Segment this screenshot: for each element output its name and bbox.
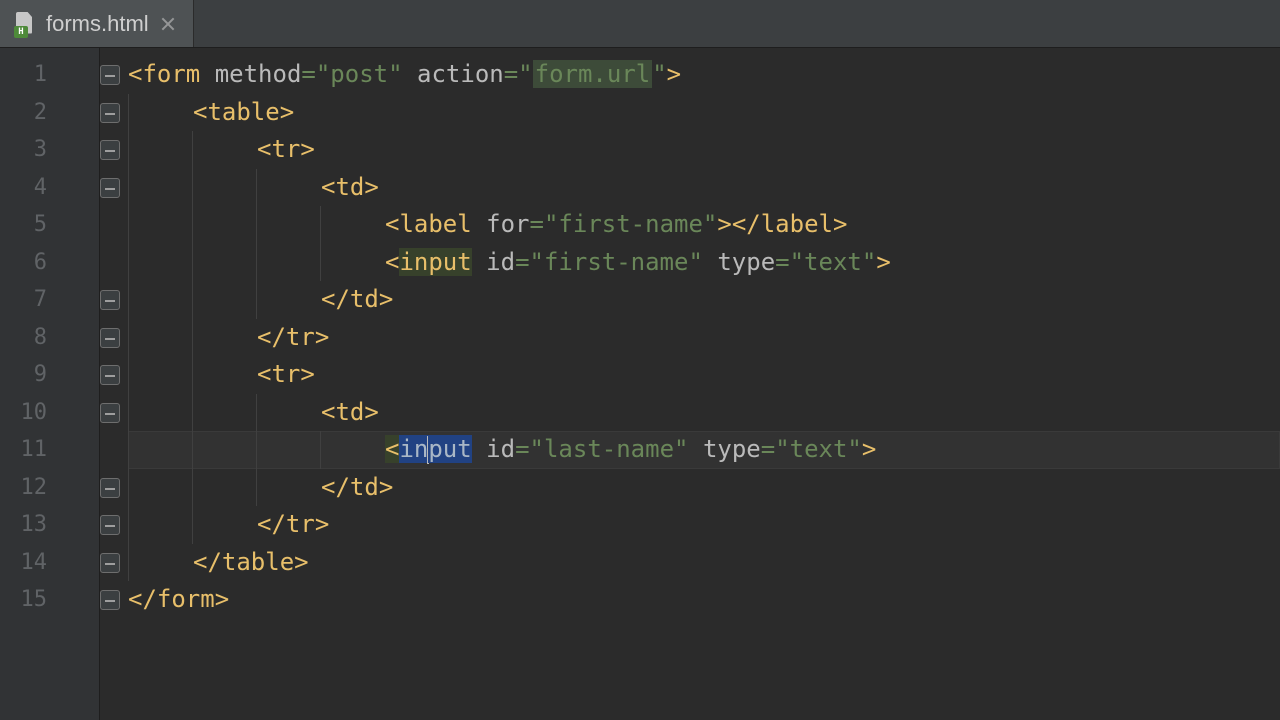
line-number: 15 (0, 581, 99, 619)
code-line[interactable]: <td> (128, 394, 1280, 432)
action-url: form.url (533, 60, 653, 88)
code-line[interactable]: </td> (128, 469, 1280, 507)
html-file-icon (14, 12, 36, 36)
code-line[interactable]: <label for="first-name"></label> (128, 206, 1280, 244)
line-number: 1 (0, 56, 99, 94)
selected-token: in (399, 435, 428, 463)
line-number: 14 (0, 544, 99, 582)
tab-filename: forms.html (46, 11, 149, 37)
line-number: 12 (0, 469, 99, 507)
line-number: 10 (0, 394, 99, 432)
code-line-current[interactable]: <input id="last-name" type="text"> (128, 431, 1280, 469)
code-line[interactable]: <form method="post" action="form.url"> (128, 56, 1280, 94)
tab-forms-html[interactable]: forms.html (0, 0, 194, 47)
line-number: 7 (0, 281, 99, 319)
code-line[interactable]: <td> (128, 169, 1280, 207)
line-number: 9 (0, 356, 99, 394)
line-number: 3 (0, 131, 99, 169)
code-line[interactable]: <tr> (128, 356, 1280, 394)
line-number: 2 (0, 94, 99, 132)
code-line[interactable]: </form> (128, 581, 1280, 619)
code-line[interactable]: </td> (128, 281, 1280, 319)
code-line[interactable]: <input id="first-name" type="text"> (128, 244, 1280, 282)
line-number: 8 (0, 319, 99, 357)
editor: 123456789101112131415 <form method="post… (0, 48, 1280, 720)
line-number: 4 (0, 169, 99, 207)
close-icon[interactable] (159, 15, 177, 33)
code-line[interactable]: <table> (128, 94, 1280, 132)
tab-bar: forms.html (0, 0, 1280, 48)
line-number: 5 (0, 206, 99, 244)
code-line[interactable]: <tr> (128, 131, 1280, 169)
code-line[interactable]: </tr> (128, 319, 1280, 357)
code-area[interactable]: <form method="post" action="form.url"> <… (100, 48, 1280, 720)
line-number-gutter: 123456789101112131415 (0, 48, 100, 720)
line-number: 11 (0, 431, 99, 469)
line-number: 13 (0, 506, 99, 544)
code-line[interactable]: </tr> (128, 506, 1280, 544)
code-line[interactable]: </table> (128, 544, 1280, 582)
line-number: 6 (0, 244, 99, 282)
